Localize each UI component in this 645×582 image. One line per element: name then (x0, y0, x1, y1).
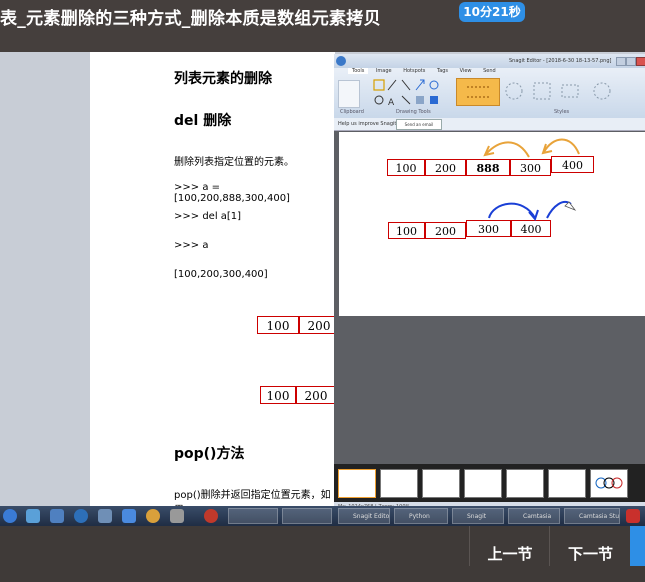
taskbar-app-icon[interactable] (50, 509, 64, 523)
info-label: Help us improve Snagit (338, 121, 397, 127)
array-box: 200 (299, 316, 339, 334)
bottom-nav-bar: 上一节 下一节 (0, 526, 645, 566)
top-bar: 表_元素删除的三种方式_删除本质是数组元素拷贝 10分21秒 (0, 0, 645, 52)
group-styles: Styles (554, 109, 570, 115)
code-result: [100,200,300,400] (174, 269, 268, 280)
array-box: 100 (257, 316, 299, 334)
thumbnail-item[interactable] (548, 469, 586, 498)
snagit-ribbon: Tools Image Hotspots Tags View Send A Cl… (334, 68, 645, 119)
taskbar-window-button[interactable]: Python (394, 508, 448, 524)
taskbar-app-icon[interactable] (170, 509, 184, 523)
ribbon-tabs: Tools Image Hotspots Tags View Send (348, 68, 496, 74)
tab-tools[interactable]: Tools (348, 68, 369, 74)
taskbar-window-button[interactable] (282, 508, 332, 524)
array-box: 200 (296, 386, 336, 404)
paste-icon[interactable] (338, 80, 360, 108)
thumbnail-item[interactable] (506, 469, 544, 498)
info-button[interactable]: Send an email (396, 119, 442, 130)
thumbnail-tray (334, 464, 645, 502)
taskbar-app-icon[interactable] (98, 509, 112, 523)
code-line-2: >>> del a[1] (174, 211, 242, 222)
taskbar-app-icon[interactable] (74, 509, 88, 523)
chrome-icon[interactable] (146, 509, 160, 523)
snagit-window-title: Snagit Editor - [2018-6-30 18-13-57.png] (509, 58, 612, 64)
code-line-1: >>> a = [100,200,888,300,400] (174, 182, 290, 204)
video-player[interactable]: 列表元素的删除 del 删除 删除列表指定位置的元素。 >>> a = [100… (0, 52, 645, 526)
taskbar-window-button[interactable]: Camtasia (508, 508, 560, 524)
taskbar-window-button[interactable]: Camtasia Stu... (564, 508, 620, 524)
tab-tags[interactable]: Tags (437, 68, 448, 74)
taskbar-app-icon[interactable] (26, 509, 40, 523)
snagit-editor-window: Snagit Editor - [2018-6-30 18-13-57.png]… (334, 54, 645, 512)
minimize-button[interactable] (616, 57, 626, 66)
tab-hotspots[interactable]: Hotspots (403, 68, 425, 74)
array-box: 100 (260, 386, 296, 404)
left-margin (0, 52, 90, 512)
section-pop-title: pop()方法 (174, 446, 245, 462)
style-preset-selected[interactable] (456, 78, 500, 106)
taskbar-app-icon[interactable] (626, 509, 640, 523)
thumbnail-item[interactable] (422, 469, 460, 498)
tab-send[interactable]: Send (483, 68, 496, 74)
snagit-title-bar: Snagit Editor - [2018-6-30 18-13-57.png] (334, 54, 645, 68)
snagit-info-bar: Help us improve Snagit Send an email (334, 118, 645, 131)
next-lesson-button[interactable]: 下一节 (549, 526, 631, 566)
thumbnail-item[interactable] (380, 469, 418, 498)
taskbar-window-button[interactable] (228, 508, 278, 524)
lesson-title: 表_元素删除的三种方式_删除本质是数组元素拷贝 (0, 9, 381, 29)
group-clipboard: Clipboard (340, 109, 364, 115)
maximize-button[interactable] (626, 57, 636, 66)
del-description: 删除列表指定位置的元素。 (174, 157, 294, 168)
annotation-arrows (483, 138, 580, 221)
prev-lesson-button[interactable]: 上一节 (469, 526, 550, 566)
code-line-3: >>> a (174, 240, 209, 251)
snagit-logo-icon (336, 56, 346, 66)
taskbar-app-icon[interactable] (204, 509, 218, 523)
thumbnail-item[interactable] (464, 469, 502, 498)
taskbar-window-button[interactable]: Snagit (452, 508, 504, 524)
document-page: 列表元素的删除 del 删除 删除列表指定位置的元素。 >>> a = [100… (90, 52, 339, 516)
thumbnail-item[interactable] (338, 469, 376, 498)
side-accent (630, 526, 645, 566)
style-presets[interactable] (502, 80, 622, 102)
doc-heading: 列表元素的删除 (174, 71, 272, 87)
svg-text:A: A (388, 98, 395, 108)
close-button[interactable] (636, 57, 645, 66)
timer-badge: 10分21秒 (459, 2, 525, 22)
start-icon[interactable] (3, 509, 17, 523)
tab-image[interactable]: Image (376, 68, 392, 74)
section-del-title: del 删除 (174, 113, 232, 129)
windows-taskbar: Snagit Editor Python Snagit Camtasia Cam… (0, 506, 645, 526)
taskbar-app-icon[interactable] (122, 509, 136, 523)
snagit-canvas[interactable]: 100 200 888 300 400 100 200 300 400 (339, 132, 645, 316)
tab-view[interactable]: View (460, 68, 472, 74)
drawing-tools-grid: A (372, 78, 446, 108)
taskbar-window-button[interactable]: Snagit Editor (338, 508, 390, 524)
thumbnail-item[interactable] (590, 469, 628, 498)
group-drawing-tools: Drawing Tools (396, 109, 431, 115)
